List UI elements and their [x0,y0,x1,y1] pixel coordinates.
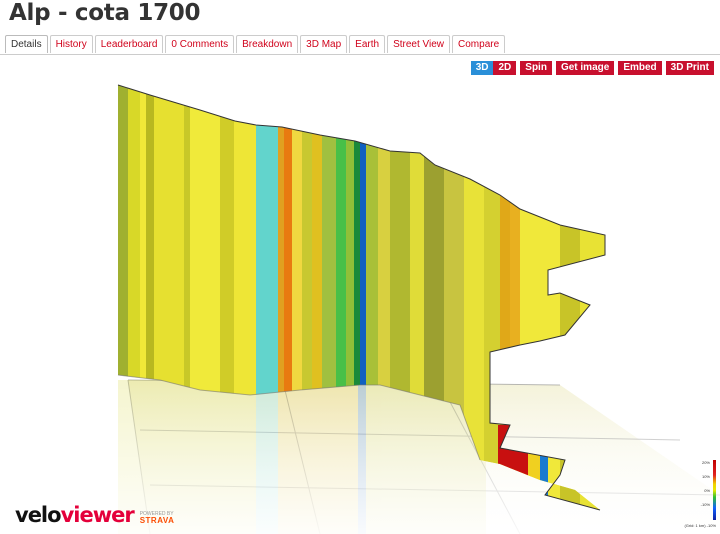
view-3d-button[interactable]: 3D [470,61,494,75]
legend-grid-note: (Grid: 1 km) -10% [684,523,716,528]
tab-street-view[interactable]: Street View [387,35,451,53]
veloviewer-logo[interactable]: veloviewer POWERED BY STRAVA [15,505,174,526]
spin-button[interactable]: Spin [520,61,552,75]
gradient-legend: 20% 10% 0% -10% (Grid: 1 km) -10% [684,460,716,528]
elevation-3d-view[interactable] [0,55,720,534]
strava-label: STRAVA [139,516,175,525]
view-toolbar: 3D 2D Spin Get image Embed 3D Print [470,61,714,75]
legend-label-0: 0% [704,488,710,493]
tab-history[interactable]: History [49,35,93,53]
powered-by-strava: POWERED BY STRAVA [140,512,175,525]
logo-wordmark: veloviewer [15,503,135,527]
view-2d-button[interactable]: 2D [493,61,517,75]
tab-earth[interactable]: Earth [349,35,386,53]
tab-details[interactable]: Details [5,35,48,53]
gradient-color-bar [713,460,716,520]
legend-label-20: 20% [701,460,710,465]
tab-breakdown[interactable]: Breakdown [236,35,299,53]
tab-leaderboard[interactable]: Leaderboard [94,35,164,53]
tab-3d-map[interactable]: 3D Map [300,35,348,53]
embed-button[interactable]: Embed [618,61,662,75]
logo-part-velo: velo [15,503,62,527]
page-title: Alp - cota 1700 [9,0,201,26]
details-panel: 3D 2D Spin Get image Embed 3D Print velo… [0,54,720,534]
tab-compare[interactable]: Compare [452,35,506,53]
legend-label-minus10: -10% [700,502,710,507]
logo-part-viewer: viewer [60,503,135,527]
view-mode-toggle: 3D 2D [470,61,517,75]
tab-comments[interactable]: 0 Comments [165,35,235,53]
tab-bar: Details History Leaderboard 0 Comments B… [5,35,506,54]
3d-print-button[interactable]: 3D Print [665,61,714,75]
legend-label-10: 10% [701,474,710,479]
get-image-button[interactable]: Get image [555,61,615,75]
